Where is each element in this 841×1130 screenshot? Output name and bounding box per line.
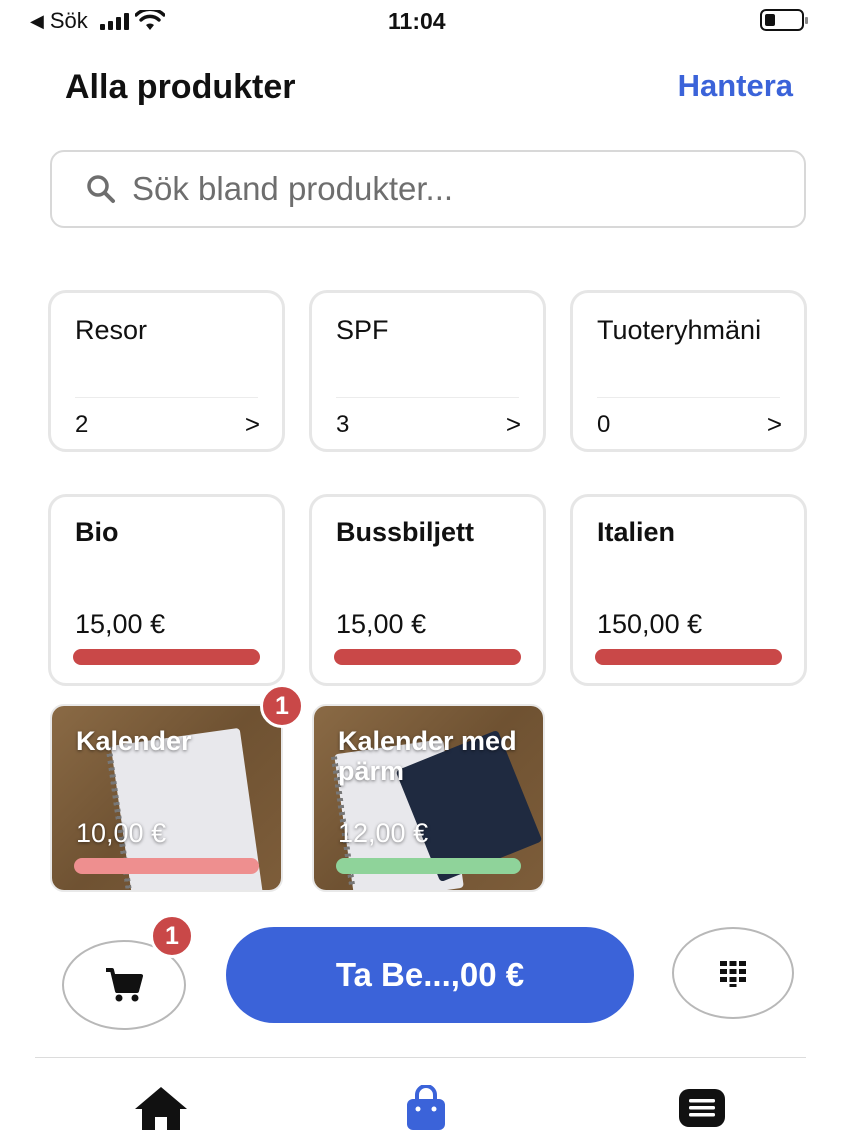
product-price: 10,00 € [76,818,167,848]
product-name: Kalender med pärm [338,726,517,786]
cart-icon [106,968,143,1002]
divider [336,397,519,398]
back-label: Sök [49,8,88,33]
product-name: Bussbiljett [336,517,475,547]
search-icon [87,175,115,203]
charge-button[interactable]: Ta Be...,00 € [226,927,634,1023]
product-color-bar [336,858,521,874]
product-price: 150,00 € [597,609,703,639]
tab-home[interactable] [131,1085,191,1130]
tab-menu[interactable] [672,1085,732,1130]
category-count: 3 [336,411,350,438]
search-box[interactable] [50,150,806,228]
keypad-icon [720,961,746,987]
category-name: Resor [75,315,148,345]
product-name: Bio [75,517,119,547]
quantity-badge: 1 [260,684,304,728]
page-title: Alla produkter [65,68,296,106]
clock: 11:04 [388,8,446,34]
back-arrow-icon: ◀ [30,10,44,31]
wifi-icon [134,10,165,30]
cart-count-badge: 1 [150,914,194,958]
shopping-bag-icon [407,1085,445,1130]
category-name: SPF [336,315,389,345]
product-card-kalender[interactable]: Kalender 10,00 € [50,704,283,892]
category-card-spf[interactable]: SPF 3 > [309,290,546,452]
product-card-bussbiljett[interactable]: Bussbiljett 15,00 € [309,494,546,686]
tab-bar-divider [35,1057,806,1058]
category-name: Tuoteryhmäni [597,315,762,345]
divider [597,397,780,398]
search-input[interactable] [132,170,792,208]
product-card-italien[interactable]: Italien 150,00 € [570,494,807,686]
product-color-bar [595,649,782,665]
list-icon [679,1089,725,1127]
divider [75,397,258,398]
battery-icon [760,9,808,31]
product-price: 15,00 € [336,609,427,639]
signal-icon [99,12,129,30]
chevron-right-icon: > [244,409,260,439]
chevron-right-icon: > [766,409,782,439]
product-name: Italien [597,517,676,547]
product-price: 12,00 € [338,818,429,848]
tab-products[interactable] [396,1085,456,1130]
category-count: 2 [75,411,89,438]
category-card-resor[interactable]: Resor 2 > [48,290,285,452]
home-icon [135,1087,187,1130]
status-bar: ◀ Sök 11:04 [0,0,841,44]
category-card-tuoteryhmani[interactable]: Tuoteryhmäni 0 > [570,290,807,452]
product-color-bar [73,649,260,665]
back-to-app[interactable]: ◀ Sök [30,8,165,34]
product-name: Kalender [76,726,192,756]
keypad-button[interactable] [672,927,794,1019]
product-card-bio[interactable]: Bio 15,00 € [48,494,285,686]
chevron-right-icon: > [505,409,521,439]
product-color-bar [334,649,521,665]
manage-button[interactable]: Hantera [678,68,793,104]
category-count: 0 [597,411,611,438]
product-color-bar [74,858,259,874]
product-card-kalender-med-parm[interactable]: Kalender med pärm 12,00 € [312,704,545,892]
product-price: 15,00 € [75,609,166,639]
